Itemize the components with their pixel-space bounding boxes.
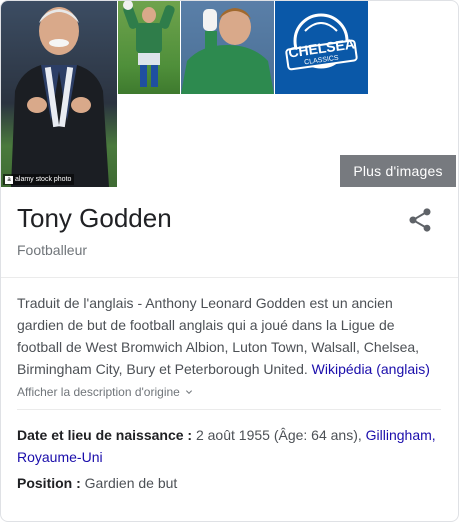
- watermark-text: alamy stock photo: [15, 176, 72, 183]
- chelsea-classics-badge-image[interactable]: CHELSEA CLASSICS: [275, 1, 368, 94]
- man-in-coat-illustration: [11, 7, 109, 187]
- goalkeeper-image-2[interactable]: [181, 1, 274, 94]
- goalkeeper-image-1[interactable]: [118, 1, 180, 94]
- entity-title: Tony Godden: [17, 203, 172, 233]
- entity-description: Traduit de l'anglais - Anthony Leonard G…: [17, 292, 437, 380]
- fact-birth-label: Date et lieu de naissance :: [17, 427, 193, 443]
- fact-birth-value: 2 août 1955 (Âge: 64 ans),: [195, 427, 362, 443]
- fact-position: Position : Gardien de but: [17, 472, 442, 494]
- fact-position-value: Gardien de but: [84, 475, 178, 491]
- knowledge-panel: a alamy stock photo CHELSEA CLASSICS Plu…: [0, 0, 459, 522]
- fact-position-label: Position :: [17, 475, 81, 491]
- share-button[interactable]: [406, 206, 434, 234]
- portrait-image-main[interactable]: a alamy stock photo: [1, 1, 117, 187]
- section-divider: [1, 277, 458, 278]
- show-original-description-toggle[interactable]: Afficher la description d'origine: [17, 385, 195, 399]
- show-original-label: Afficher la description d'origine: [17, 385, 180, 399]
- facts-divider: [17, 409, 441, 410]
- fact-birth: Date et lieu de naissance : 2 août 1955 …: [17, 424, 442, 468]
- more-images-button[interactable]: Plus d'images: [340, 155, 456, 187]
- share-icon: [409, 208, 431, 232]
- stock-photo-watermark: a alamy stock photo: [3, 174, 75, 185]
- image-gallery: a alamy stock photo CHELSEA CLASSICS Plu…: [1, 1, 458, 188]
- alamy-logo-icon: a: [5, 175, 13, 184]
- entity-subtitle: Footballeur: [17, 242, 88, 258]
- wikipedia-link[interactable]: Wikipédia (anglais): [312, 361, 430, 377]
- goalkeeper-portrait-illustration: [181, 8, 274, 94]
- goalkeeper-jump-illustration: [123, 1, 175, 87]
- chevron-down-icon: [185, 390, 192, 394]
